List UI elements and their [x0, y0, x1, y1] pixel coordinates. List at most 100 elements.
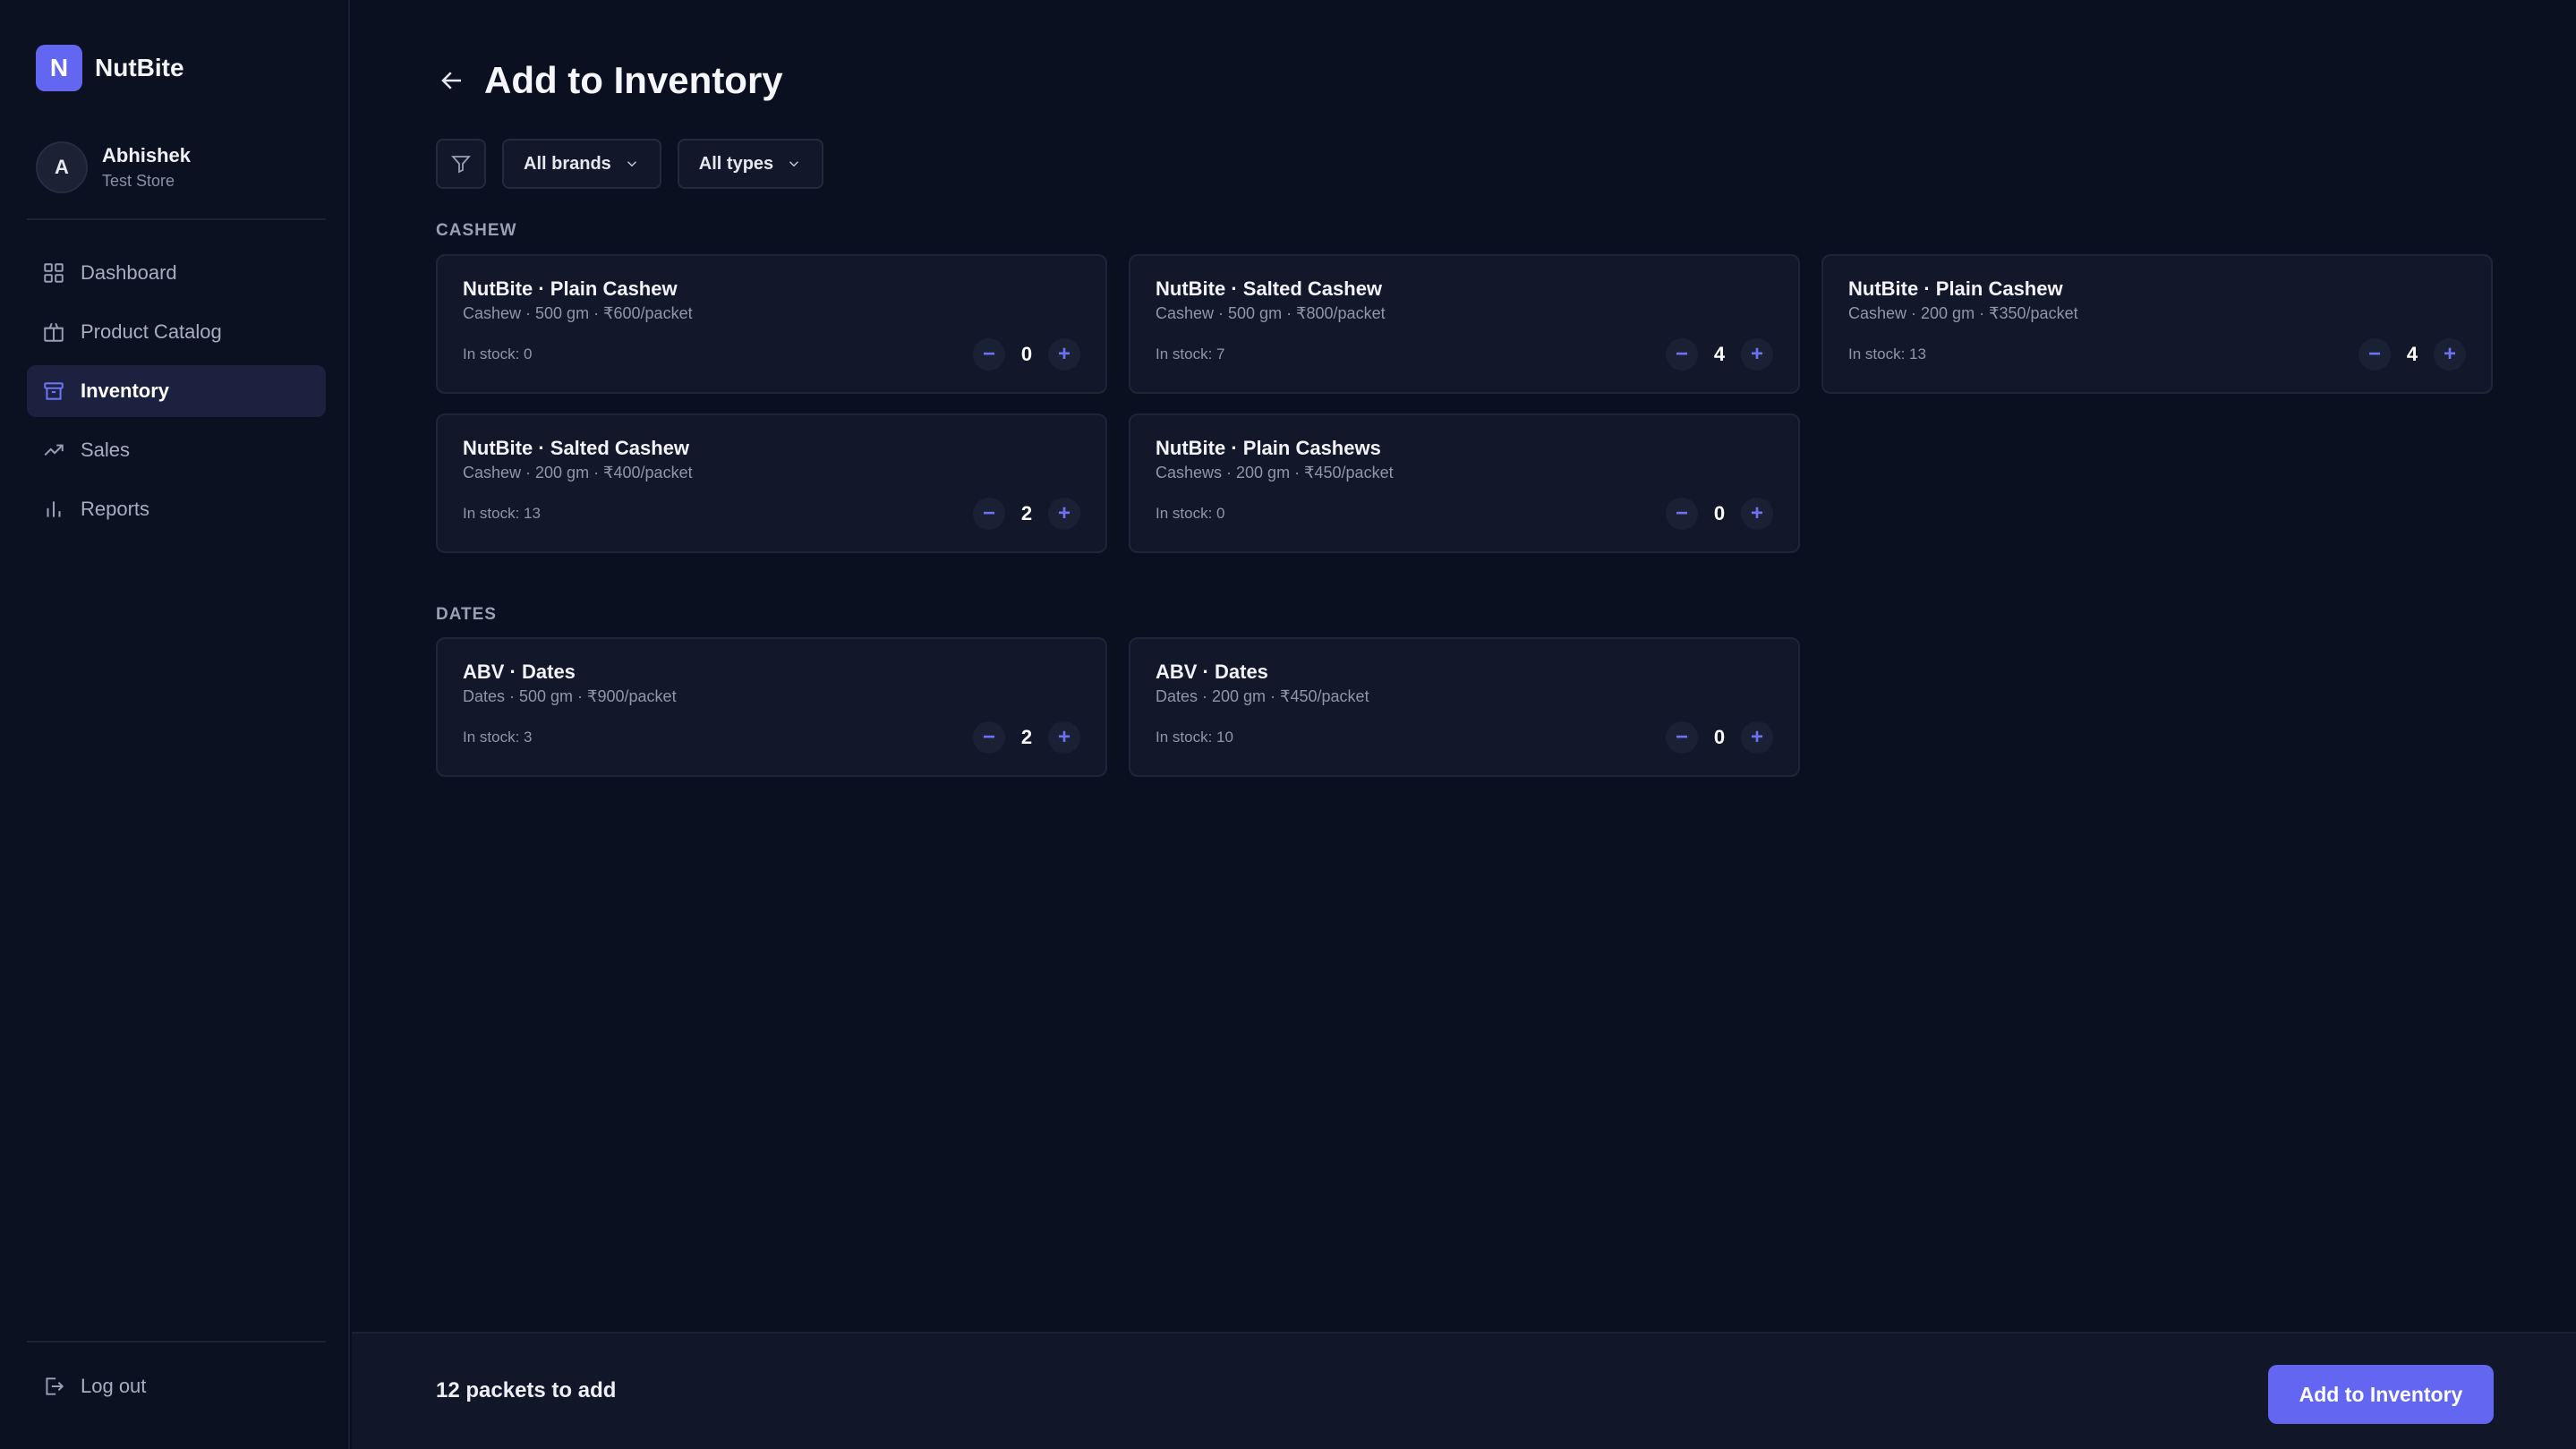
product-card: NutBite · Salted Cashew Cashew · 500 gm …: [1129, 254, 1800, 394]
quantity-value: 0: [1713, 726, 1726, 748]
main-content: Add to Inventory All brands All types CA…: [352, 0, 2576, 1332]
decrement-button[interactable]: −: [973, 721, 1005, 754]
product-title: NutBite · Plain Cashew: [1848, 277, 2063, 300]
user-name: Abhishek: [102, 144, 192, 166]
sidebar-item-product-catalog[interactable]: Product Catalog: [27, 306, 326, 358]
grid-icon: [41, 260, 66, 286]
type-filter-value: All types: [698, 153, 774, 174]
quantity-stepper: − 4 +: [2358, 338, 2466, 371]
sidebar-item-label: Dashboard: [81, 261, 177, 284]
product-card: ABV · Dates Dates · 200 gm · ₹450/packet…: [1129, 637, 1800, 777]
chevron-down-icon: [786, 156, 802, 172]
sidebar-item-dashboard[interactable]: Dashboard: [27, 247, 326, 299]
back-button[interactable]: [436, 64, 468, 97]
quantity-value: 0: [1713, 502, 1726, 524]
stock-count: In stock: 13: [1848, 345, 1926, 362]
quantity-stepper: − 0 +: [1666, 498, 1773, 530]
quantity-value: 4: [2406, 343, 2418, 365]
sidebar-divider-top: [27, 218, 326, 220]
user-info: Abhishek Test Store: [102, 144, 191, 191]
sidebar-item-reports[interactable]: Reports: [27, 483, 326, 535]
product-card: NutBite · Salted Cashew Cashew · 200 gm …: [436, 413, 1107, 553]
increment-button[interactable]: +: [1741, 721, 1773, 754]
arrow-left-icon: [441, 72, 461, 89]
archive-icon: [41, 379, 66, 404]
stock-count: In stock: 0: [1156, 505, 1225, 522]
brand-filter-select[interactable]: All brands: [502, 139, 661, 189]
filter-button[interactable]: [436, 139, 486, 189]
decrement-button[interactable]: −: [973, 338, 1005, 371]
section-label-cashew: CASHEW: [436, 221, 517, 240]
quantity-stepper: − 4 +: [1666, 338, 1773, 371]
product-details: Cashew · 500 gm · ₹600/packet: [463, 304, 693, 322]
brand-filter-value: All brands: [524, 153, 611, 174]
section-label-dates: DATES: [436, 605, 497, 624]
sidebar-item-sales[interactable]: Sales: [27, 424, 326, 476]
product-card: NutBite · Plain Cashew Cashew · 500 gm ·…: [436, 254, 1107, 394]
type-filter-select[interactable]: All types: [677, 139, 824, 189]
chevron-down-icon: [624, 156, 640, 172]
footer-bar: 12 packets to add Add to Inventory: [352, 1332, 2576, 1449]
user-store: Test Store: [102, 172, 175, 190]
box-icon: [41, 320, 66, 345]
add-to-inventory-button[interactable]: Add to Inventory: [2268, 1365, 2494, 1424]
sidebar-nav: Dashboard Product Catalog Inventory Sale…: [27, 247, 326, 542]
quantity-value: 2: [1020, 726, 1033, 748]
sidebar: N NutBite A Abhishek Test Store Dashboar…: [0, 0, 350, 1449]
decrement-button[interactable]: −: [1666, 721, 1698, 754]
sidebar-item-inventory[interactable]: Inventory: [27, 365, 326, 417]
product-details: Cashew · 500 gm · ₹800/packet: [1156, 304, 1386, 322]
brand-logo: N: [36, 45, 82, 91]
product-card: NutBite · Plain Cashew Cashew · 200 gm ·…: [1821, 254, 2493, 394]
product-title: ABV · Dates: [463, 661, 576, 683]
product-card: ABV · Dates Dates · 500 gm · ₹900/packet…: [436, 637, 1107, 777]
stock-count: In stock: 3: [463, 729, 533, 746]
decrement-button[interactable]: −: [2358, 338, 2391, 371]
product-details: Dates · 500 gm · ₹900/packet: [463, 687, 677, 705]
filter-icon: [451, 156, 471, 174]
logout-icon: [41, 1374, 66, 1399]
packets-count: 12 packets to add: [436, 1378, 617, 1402]
quantity-value: 2: [1020, 502, 1033, 524]
quantity-value: 0: [1020, 343, 1033, 365]
user-profile[interactable]: A Abhishek Test Store: [36, 141, 191, 193]
quantity-value: 4: [1713, 343, 1726, 365]
filter-bar: All brands All types: [436, 139, 824, 189]
avatar: A: [36, 141, 88, 193]
product-title: NutBite · Salted Cashew: [463, 437, 690, 459]
sidebar-divider-bottom: [27, 1341, 326, 1342]
page-title: Add to Inventory: [484, 59, 783, 101]
product-details: Cashew · 200 gm · ₹400/packet: [463, 464, 693, 482]
increment-button[interactable]: +: [2434, 338, 2466, 371]
sidebar-item-label: Reports: [81, 498, 150, 520]
product-details: Cashews · 200 gm · ₹450/packet: [1156, 464, 1394, 482]
product-title: NutBite · Plain Cashew: [463, 277, 678, 300]
stock-count: In stock: 13: [463, 505, 541, 522]
increment-button[interactable]: +: [1048, 721, 1080, 754]
product-card: NutBite · Plain Cashews Cashews · 200 gm…: [1129, 413, 1800, 553]
decrement-button[interactable]: −: [973, 498, 1005, 530]
bar-chart-icon: [41, 497, 66, 522]
increment-button[interactable]: +: [1741, 498, 1773, 530]
increment-button[interactable]: +: [1741, 338, 1773, 371]
logout-button[interactable]: Log out: [27, 1360, 326, 1412]
sidebar-item-label: Sales: [81, 439, 131, 461]
logout-label: Log out: [81, 1375, 147, 1397]
decrement-button[interactable]: −: [1666, 498, 1698, 530]
product-title: NutBite · Plain Cashews: [1156, 437, 1381, 459]
increment-button[interactable]: +: [1048, 498, 1080, 530]
trending-up-icon: [41, 438, 66, 463]
page-header: Add to Inventory: [436, 59, 783, 102]
stock-count: In stock: 7: [1156, 345, 1225, 362]
product-title: NutBite · Salted Cashew: [1156, 277, 1383, 300]
app-root: N NutBite A Abhishek Test Store Dashboar…: [0, 0, 2576, 1449]
decrement-button[interactable]: −: [1666, 338, 1698, 371]
brand[interactable]: N NutBite: [36, 45, 184, 91]
stock-count: In stock: 10: [1156, 729, 1233, 746]
product-details: Cashew · 200 gm · ₹350/packet: [1848, 304, 2078, 322]
brand-name: NutBite: [95, 54, 184, 81]
sidebar-item-label: Product Catalog: [81, 320, 222, 343]
increment-button[interactable]: +: [1048, 338, 1080, 371]
quantity-stepper: − 2 +: [973, 721, 1080, 754]
quantity-stepper: − 0 +: [1666, 721, 1773, 754]
